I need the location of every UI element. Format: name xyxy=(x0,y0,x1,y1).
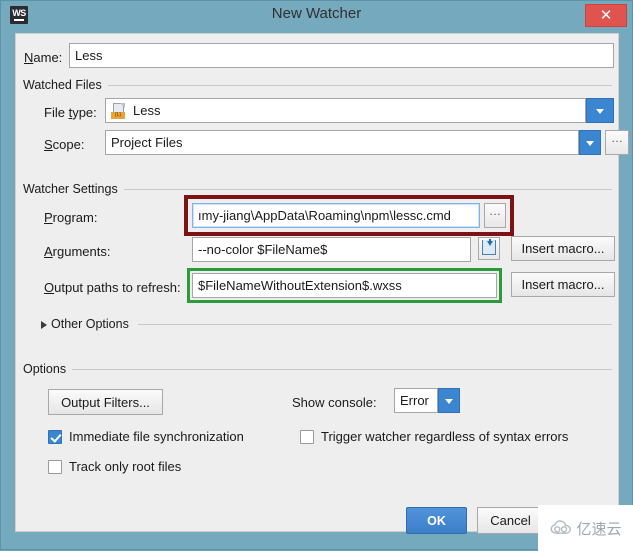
output-filters-button[interactable]: Output Filters... xyxy=(48,389,163,415)
name-label: Name: xyxy=(24,50,63,65)
arguments-insert-macro-button[interactable]: Insert macro... xyxy=(511,236,615,261)
scope-label: Scope: xyxy=(44,137,85,152)
ok-button[interactable]: OK xyxy=(406,507,467,534)
output-paths-label: Output paths to refresh: xyxy=(44,280,181,295)
file-type-dropdown-arrow[interactable] xyxy=(586,98,614,123)
checkbox-label: Immediate file synchronization xyxy=(69,429,244,444)
cloud-icon xyxy=(550,520,572,534)
checkbox-immediate-file-synchronization[interactable]: Immediate file synchronization xyxy=(48,429,244,444)
file-type-combo[interactable]: {L} Less xyxy=(105,98,586,123)
checkbox-box xyxy=(300,429,314,444)
file-type-value: Less xyxy=(133,103,161,118)
program-browse-button[interactable]: … xyxy=(484,203,506,228)
dialog-content: Name: Less Watched Files File type: {L} … xyxy=(15,33,629,534)
program-label: Program: xyxy=(44,210,98,225)
arguments-input[interactable]: --no-color $FileName$ xyxy=(192,237,471,262)
watermark-overlay: 亿速云 xyxy=(538,505,633,551)
scope-combo[interactable]: Project Files xyxy=(105,130,579,155)
chevron-right-icon[interactable] xyxy=(41,321,47,329)
show-console-value: Error xyxy=(400,393,429,408)
output-paths-insert-macro-button[interactable]: Insert macro... xyxy=(511,272,615,297)
show-console-dropdown-arrow[interactable] xyxy=(438,388,460,413)
arguments-label: Arguments: xyxy=(44,244,111,259)
scope-value: Project Files xyxy=(111,135,183,150)
checkbox-label: Trigger watcher regardless of syntax err… xyxy=(321,429,569,444)
options-group-title: Options xyxy=(23,362,73,376)
output-paths-input-value: $FileNameWithoutExtension$.wxss xyxy=(198,278,402,293)
close-button[interactable]: ✕ xyxy=(585,4,627,27)
watched-files-group-title: Watched Files xyxy=(23,78,108,92)
other-options-toggle[interactable]: Other Options xyxy=(51,317,129,331)
new-watcher-dialog-window: WS New Watcher ✕ Name: Less Watched File… xyxy=(0,0,633,551)
title-bar: WS New Watcher ✕ xyxy=(1,1,632,30)
checkbox-trigger-watcher-regardless-of-syntax-errors[interactable]: Trigger watcher regardless of syntax err… xyxy=(300,429,568,444)
watcher-settings-group-title: Watcher Settings xyxy=(23,182,124,196)
arguments-input-value: --no-color $FileName$ xyxy=(198,242,328,257)
less-file-icon: {L} xyxy=(111,102,127,119)
program-input[interactable]: ımy-jiang\AppData\Roaming\npm\lessc.cmd xyxy=(192,203,480,228)
show-console-label: Show console: xyxy=(292,395,377,410)
output-paths-input[interactable]: $FileNameWithoutExtension$.wxss xyxy=(192,273,497,298)
program-input-value: ımy-jiang\AppData\Roaming\npm\lessc.cmd xyxy=(198,208,451,223)
watcher-settings-divider xyxy=(119,189,612,190)
scope-browse-button[interactable]: … xyxy=(605,130,629,155)
checkbox-track-only-root-files[interactable]: Track only root files xyxy=(48,459,181,474)
scope-dropdown-arrow[interactable] xyxy=(579,130,601,155)
window-title: New Watcher xyxy=(271,5,362,22)
options-divider xyxy=(72,369,612,370)
checkbox-label: Track only root files xyxy=(69,459,182,474)
checkbox-box xyxy=(48,459,62,474)
file-type-label: File type: xyxy=(44,105,97,120)
show-console-combo[interactable]: Error xyxy=(394,388,438,413)
other-options-divider xyxy=(138,324,612,325)
name-input-value: Less xyxy=(75,48,103,63)
checkbox-box xyxy=(48,429,62,444)
watermark-text: 亿速云 xyxy=(576,519,622,538)
watched-files-divider xyxy=(108,85,612,86)
name-input[interactable]: Less xyxy=(69,43,614,68)
insert-macro-icon xyxy=(482,239,496,255)
insert-macro-icon-button[interactable] xyxy=(478,237,500,260)
cancel-button[interactable]: Cancel xyxy=(477,507,544,534)
